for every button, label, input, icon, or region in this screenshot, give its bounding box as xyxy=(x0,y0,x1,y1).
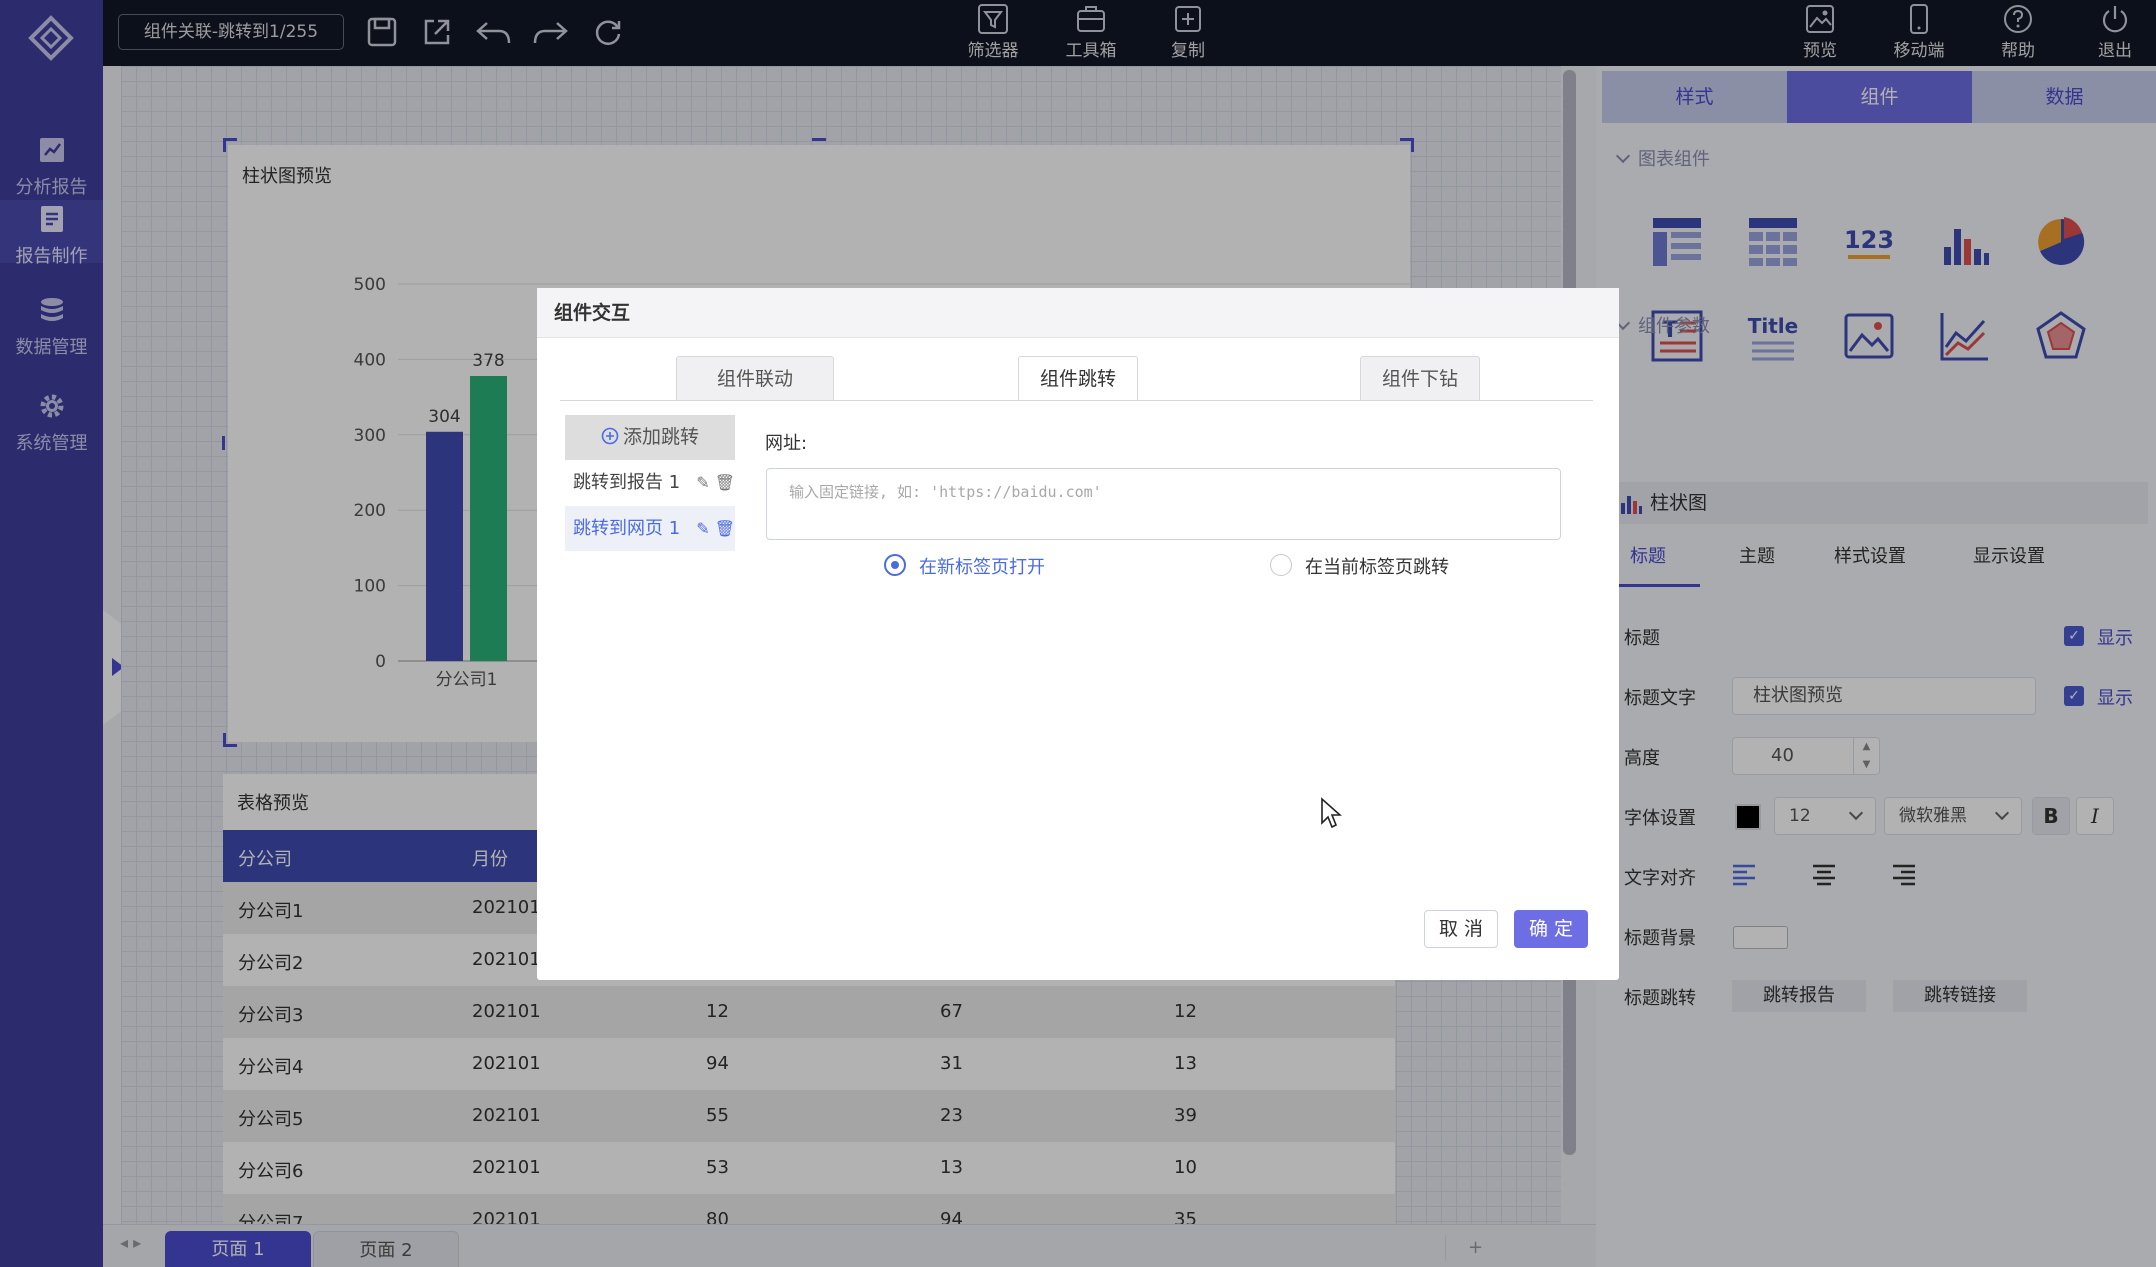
add-jump-button[interactable]: 添加跳转 xyxy=(565,415,735,460)
add-jump-label: 添加跳转 xyxy=(622,426,699,448)
component-interaction-dialog: 组件交互 组件联动 组件跳转 组件下钻 添加跳转 跳转到报告 1 ✎ 🗑 跳转到… xyxy=(537,288,1619,980)
app-root: { "topbar": { "title": "组件关联-跳转到1/255", … xyxy=(0,0,2156,1267)
open-new-tab-label[interactable]: 在新标签页打开 xyxy=(919,553,1045,579)
tab-component-linkage[interactable]: 组件联动 xyxy=(676,356,834,401)
tab-divider xyxy=(560,400,1593,401)
open-current-tab-radio[interactable] xyxy=(1270,554,1292,576)
open-current-tab-label[interactable]: 在当前标签页跳转 xyxy=(1305,553,1449,579)
jump-item-label: 跳转到网页 1 xyxy=(573,518,681,539)
tab-component-jump[interactable]: 组件跳转 xyxy=(1018,356,1138,401)
edit-icon[interactable]: ✎ xyxy=(696,519,709,538)
edit-icon[interactable]: ✎ xyxy=(696,473,709,492)
jump-list-item-selected[interactable]: 跳转到网页 1 ✎ 🗑 xyxy=(565,506,735,551)
cancel-button[interactable]: 取 消 xyxy=(1424,910,1498,948)
jump-item-label: 跳转到报告 1 xyxy=(573,472,681,493)
open-new-tab-radio[interactable] xyxy=(884,554,906,576)
url-label: 网址: xyxy=(765,433,808,454)
tab-component-drilldown[interactable]: 组件下钻 xyxy=(1360,356,1480,401)
url-input[interactable]: 输入固定链接, 如: 'https://baidu.com' xyxy=(766,468,1561,540)
mouse-cursor-icon xyxy=(1321,797,1342,829)
ok-button[interactable]: 确 定 xyxy=(1514,910,1588,948)
jump-list-item[interactable]: 跳转到报告 1 ✎ 🗑 xyxy=(565,460,735,505)
delete-icon[interactable]: 🗑 xyxy=(715,519,735,538)
dialog-title: 组件交互 xyxy=(537,288,1619,338)
plus-circle-icon xyxy=(601,427,619,445)
delete-icon[interactable]: 🗑 xyxy=(715,473,735,492)
